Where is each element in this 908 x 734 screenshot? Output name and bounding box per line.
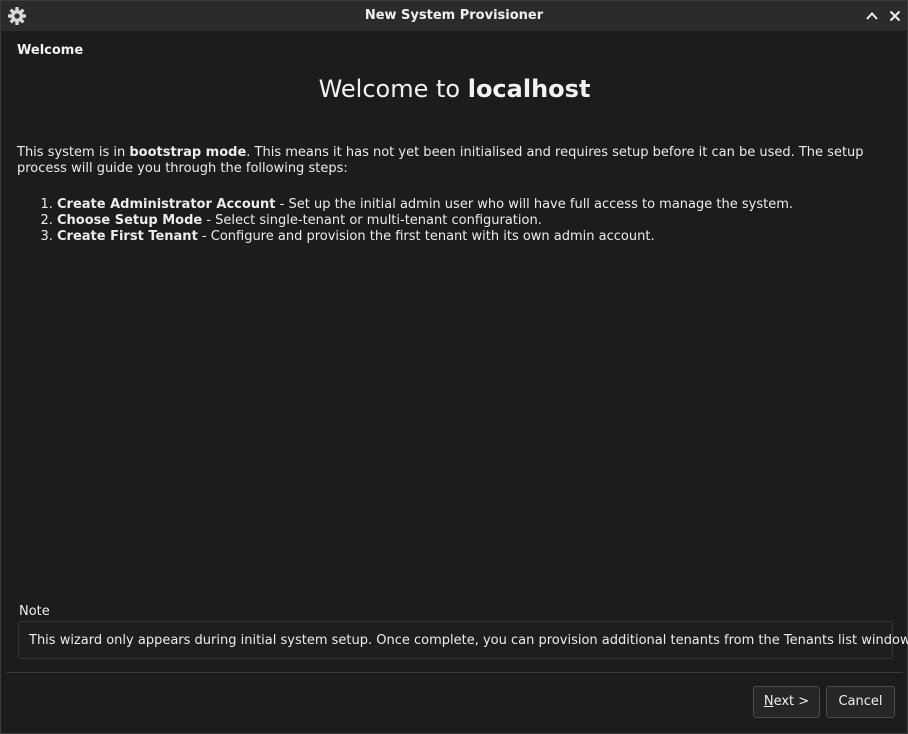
- heading-prefix: Welcome to: [318, 75, 468, 103]
- list-item: Create Administrator Account - Set up th…: [57, 197, 887, 213]
- page-header: Welcome: [17, 43, 84, 58]
- note-label: Note: [19, 604, 50, 619]
- next-mnemonic: N: [763, 694, 774, 709]
- intro-paragraph: This system is in bootstrap mode. This m…: [17, 145, 887, 177]
- note-box: This wizard only appears during initial …: [18, 621, 908, 659]
- note-text: This wizard only appears during initial …: [29, 633, 908, 648]
- step-description: - Configure and provision the first tena…: [197, 229, 655, 244]
- welcome-heading: Welcome to localhost: [6, 75, 903, 103]
- chevron-up-icon[interactable]: [864, 8, 880, 24]
- title-bar[interactable]: New System Provisioner: [1, 1, 907, 31]
- list-item: Choose Setup Mode - Select single-tenant…: [57, 213, 887, 229]
- close-icon[interactable]: [887, 8, 903, 24]
- intro-bold-mode: bootstrap mode: [129, 145, 247, 160]
- step-title: Choose Setup Mode: [57, 213, 203, 228]
- list-item: Create First Tenant - Configure and prov…: [57, 229, 887, 245]
- step-description: - Select single-tenant or multi-tenant c…: [202, 213, 542, 228]
- cancel-button[interactable]: Cancel: [826, 686, 895, 718]
- next-button[interactable]: Next >: [753, 686, 820, 718]
- intro-text-start: This system is in: [17, 145, 130, 160]
- wizard-window: New System Provisioner Welcome Welcome t…: [0, 0, 908, 734]
- step-title: Create First Tenant: [57, 229, 198, 244]
- next-label: ext >: [773, 694, 810, 709]
- step-title: Create Administrator Account: [57, 197, 276, 212]
- heading-hostname: localhost: [467, 75, 591, 103]
- setup-steps-list: Create Administrator Account - Set up th…: [17, 197, 887, 245]
- step-description: - Set up the initial admin user who will…: [275, 197, 793, 212]
- window-title: New System Provisioner: [364, 8, 544, 23]
- wizard-page: Welcome Welcome to localhost This system…: [6, 32, 908, 673]
